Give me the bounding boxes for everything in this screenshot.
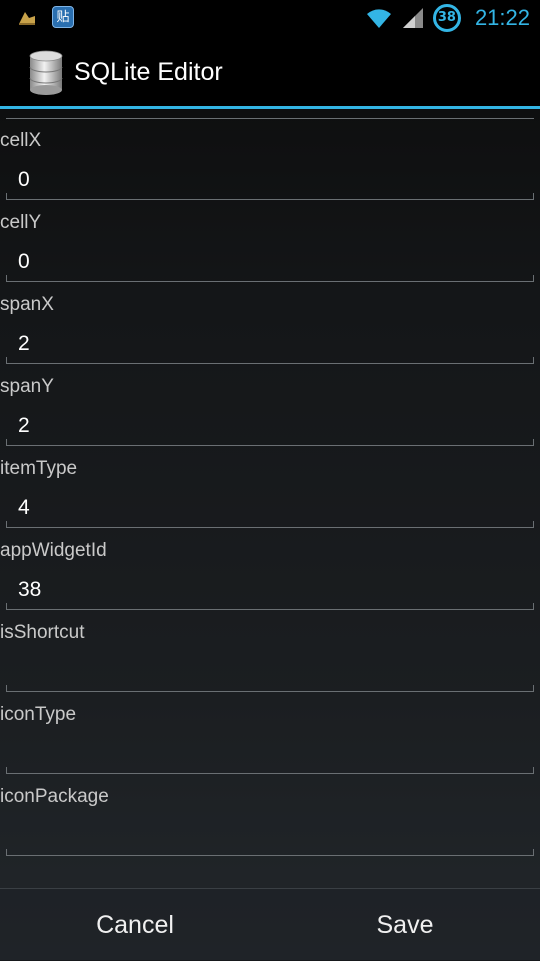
status-bar: 贴 38 21:22 — [0, 0, 540, 38]
notification-app-icon — [19, 12, 35, 25]
app-title: SQLite Editor — [74, 58, 223, 86]
field-label: isShortcut — [0, 622, 85, 643]
previous-field-underline — [6, 118, 534, 119]
action-bar: SQLite Editor — [0, 38, 540, 106]
field-spanX: spanX 2 — [0, 286, 540, 368]
tieba-icon: 贴 — [52, 6, 74, 28]
field-input[interactable]: 0 — [6, 242, 534, 282]
field-appWidgetId: appWidgetId 38 — [0, 532, 540, 614]
field-itemType: itemType 4 — [0, 450, 540, 532]
field-input[interactable]: 4 — [6, 488, 534, 528]
field-label: iconType — [0, 704, 77, 725]
field-input[interactable] — [6, 734, 534, 774]
field-label: cellY — [0, 212, 42, 233]
field-input[interactable]: 2 — [6, 324, 534, 364]
field-label: itemType — [0, 458, 78, 479]
field-spanY: spanY 2 — [0, 368, 540, 450]
field-label: spanX — [0, 294, 54, 315]
field-input[interactable] — [6, 816, 534, 856]
field-cellY: cellY 0 — [0, 204, 540, 286]
field-iconPackage: iconPackage — [0, 778, 540, 860]
field-input[interactable]: 2 — [6, 406, 534, 446]
field-label: spanY — [0, 376, 54, 397]
field-isShortcut: isShortcut — [0, 614, 540, 696]
field-cellX: cellX 0 — [0, 122, 540, 204]
battery-icon: 38 — [432, 4, 461, 32]
field-input[interactable] — [6, 652, 534, 692]
field-label: appWidgetId — [0, 540, 107, 561]
save-button[interactable]: Save — [270, 889, 540, 961]
notification-area: 贴 — [16, 6, 74, 28]
field-label: cellX — [0, 130, 42, 151]
button-bar: Cancel Save — [0, 888, 540, 961]
signal-icon — [402, 8, 423, 28]
field-input[interactable]: 0 — [6, 160, 534, 200]
system-icons: 38 21:22 — [365, 4, 530, 32]
cancel-button[interactable]: Cancel — [0, 889, 270, 961]
action-bar-divider — [0, 106, 540, 109]
field-input[interactable]: 38 — [6, 570, 534, 610]
field-iconType: iconType — [0, 696, 540, 778]
record-form: cellX 0 cellY 0 spanX 2 spanY 2 itemType… — [0, 122, 540, 860]
clock: 21:22 — [474, 5, 530, 30]
database-icon[interactable] — [28, 50, 64, 96]
wifi-icon — [366, 9, 391, 28]
field-label: iconPackage — [0, 786, 109, 807]
